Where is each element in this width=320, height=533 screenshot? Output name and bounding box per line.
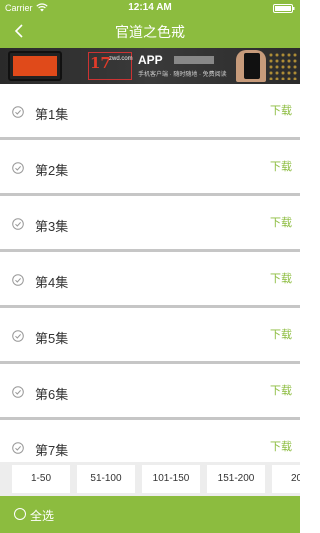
episode-label: 第7集 xyxy=(35,443,69,458)
phone-image xyxy=(8,51,62,81)
episode-label: 第2集 xyxy=(35,163,69,178)
hand-phone-image xyxy=(244,53,260,79)
logo-text: zwd.com xyxy=(109,56,133,62)
download-button[interactable]: 下载 xyxy=(270,214,292,230)
banner-badge xyxy=(174,56,214,64)
range-selector[interactable]: 1-50 51-100 101-150 151-200 201- xyxy=(0,462,300,496)
list-item[interactable]: 第6集 下载 xyxy=(0,364,300,420)
status-time: 12:14 AM xyxy=(128,2,172,13)
list-item[interactable]: 第1集 下载 xyxy=(0,84,300,140)
bokeh-decoration xyxy=(268,52,298,80)
ad-banner[interactable]: 17 zwd.com APP 手机客户端 · 随时随地 · 免费阅读 xyxy=(0,48,300,84)
range-tab[interactable]: 151-200 xyxy=(207,465,265,493)
episode-label: 第1集 xyxy=(35,107,69,122)
check-circle-icon[interactable] xyxy=(12,386,24,398)
list-item[interactable]: 第5集 下载 xyxy=(0,308,300,364)
check-circle-icon[interactable] xyxy=(12,274,24,286)
download-button[interactable]: 下载 xyxy=(270,270,292,286)
list-item[interactable]: 第3集 下载 xyxy=(0,196,300,252)
episode-label: 第3集 xyxy=(35,219,69,234)
range-tab[interactable]: 1-50 xyxy=(12,465,70,493)
episode-label: 第6集 xyxy=(35,387,69,402)
download-button[interactable]: 下载 xyxy=(270,102,292,118)
radio-circle-icon xyxy=(14,508,26,520)
range-tab[interactable]: 51-100 xyxy=(77,465,135,493)
status-bar: Carrier 12:14 AM xyxy=(0,0,300,16)
check-circle-icon[interactable] xyxy=(12,218,24,230)
battery-icon xyxy=(273,4,295,13)
logo-number: 17 xyxy=(90,54,111,72)
select-all-label: 全选 xyxy=(30,509,55,523)
list-item[interactable]: 第2集 下载 xyxy=(0,140,300,196)
download-button[interactable]: 下载 xyxy=(270,158,292,174)
range-tab[interactable]: 101-150 xyxy=(142,465,200,493)
banner-tagline: 手机客户端 · 随时随地 · 免费阅读 xyxy=(138,72,227,78)
check-circle-icon[interactable] xyxy=(12,106,24,118)
range-tab[interactable]: 201- xyxy=(272,465,300,493)
app-header: Carrier 12:14 AM 官道之色戒 xyxy=(0,0,300,48)
check-circle-icon[interactable] xyxy=(12,442,24,454)
download-button[interactable]: 下载 xyxy=(270,326,292,342)
page-title: 官道之色戒 xyxy=(115,24,185,40)
footer-bar: 全选 xyxy=(0,496,300,533)
episode-label: 第5集 xyxy=(35,331,69,346)
episode-label: 第4集 xyxy=(35,275,69,290)
download-button[interactable]: 下载 xyxy=(270,382,292,398)
check-circle-icon[interactable] xyxy=(12,330,24,342)
download-button[interactable]: 下载 xyxy=(270,438,292,454)
app-label: APP xyxy=(138,53,163,67)
check-circle-icon[interactable] xyxy=(12,162,24,174)
list-item[interactable]: 第4集 下载 xyxy=(0,252,300,308)
